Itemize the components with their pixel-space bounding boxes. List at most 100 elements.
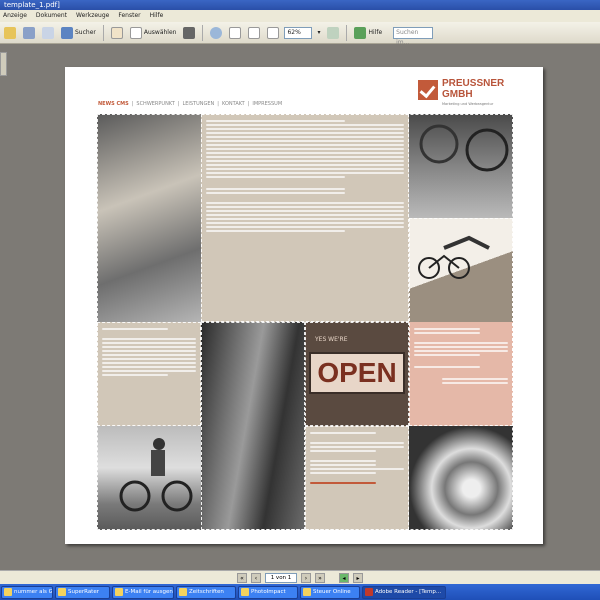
menu-werkzeuge[interactable]: Werkzeuge (76, 10, 109, 22)
taskbar-item-label: Zeitschriften (189, 588, 224, 595)
camera-icon (183, 26, 196, 39)
fit-page-button[interactable] (246, 25, 262, 41)
photo-bike-gears (409, 426, 513, 530)
intro-text-block (201, 114, 409, 322)
nav-item: NEWS CMS (98, 101, 129, 107)
text-line (442, 378, 508, 380)
search-input[interactable]: Suchen im... (393, 26, 434, 46)
contact-text-block (409, 322, 513, 426)
rotate-button[interactable] (325, 25, 341, 41)
text-line (206, 206, 404, 208)
text-line (206, 230, 345, 232)
text-line (206, 148, 404, 150)
window-title: template_1.pdf] (4, 1, 60, 9)
taskbar: nummer als Gu... SuperRater E-Mail für a… (0, 584, 600, 600)
text-line (206, 144, 404, 146)
wheel-illustration (419, 124, 509, 172)
text-line (102, 358, 196, 360)
menu-anzeige[interactable]: Anzeige (3, 10, 27, 22)
fit-width-icon (267, 26, 280, 39)
text-line (206, 128, 404, 130)
photo-open-sign: YES WE'RE OPEN (305, 322, 409, 426)
taskbar-item[interactable]: Adobe Reader - [Temp... (362, 585, 446, 599)
go-back-icon[interactable]: ◂ (339, 572, 349, 583)
photo-mountain-biker (97, 426, 201, 530)
chevron-down-icon: ▾ (317, 29, 321, 36)
taskbar-item[interactable]: PhotoImpact (238, 585, 298, 599)
folder-icon (4, 26, 16, 39)
select-tool-button[interactable]: Auswählen (128, 25, 179, 41)
nav-item: SCHWERPUNKT (136, 101, 175, 107)
brand-name: PREUSSNER GMBH (442, 78, 522, 100)
taskbar-item[interactable]: E-Mail für ausgenommen... (112, 585, 174, 599)
nav-divider: | (247, 101, 250, 107)
text-line (206, 188, 345, 190)
zoom-dropdown[interactable]: ▾ (315, 25, 322, 41)
zoom-field[interactable]: 62% (284, 26, 313, 39)
actual-size-button[interactable] (227, 25, 243, 41)
snapshot-button[interactable] (181, 25, 197, 41)
text-line (310, 442, 404, 444)
open-button[interactable] (2, 25, 18, 41)
hand-tool-button[interactable] (109, 25, 125, 41)
pdf-page: PREUSSNER GMBH Marketing und Werbeagentu… (65, 67, 543, 544)
first-page-button[interactable]: « (237, 572, 247, 583)
nav-divider: | (177, 101, 180, 107)
toolbar: Sucher Auswählen 62% ▾ Hilfe Suchen im..… (0, 22, 600, 46)
brand-name-line1: PREUSSNER (442, 78, 505, 89)
text-line (414, 342, 508, 344)
app-icon (179, 588, 187, 596)
brochure-nav: NEWS CMS | SCHWERPUNKT | LEISTUNGEN | KO… (98, 101, 282, 107)
text-line (414, 366, 480, 368)
next-page-button[interactable]: › (301, 572, 311, 583)
text-line (310, 450, 376, 452)
page-indicator[interactable]: 1 von 1 (265, 572, 297, 583)
text-line (206, 156, 404, 158)
taskbar-item[interactable]: Zeitschriften (176, 585, 236, 599)
brand-name-line2: GMBH (442, 89, 473, 100)
bmx-illustration (418, 235, 490, 279)
status-bar: « ‹ 1 von 1 › » ◂ ▸ (0, 570, 600, 584)
text-line (414, 346, 508, 348)
photo-bmx-jump (409, 218, 513, 322)
biker-illustration (119, 438, 193, 512)
taskbar-item[interactable]: nummer als Gu... (1, 585, 53, 599)
text-line (414, 328, 480, 330)
text-line (102, 354, 196, 356)
taskbar-item-label: Adobe Reader - [Temp... (375, 588, 442, 595)
photo-cyclists (97, 114, 201, 322)
help-button[interactable]: Hilfe (352, 25, 384, 41)
email-button[interactable] (40, 25, 56, 41)
text-line (102, 342, 196, 344)
text-line (206, 168, 404, 170)
search-button-label: Sucher (75, 29, 96, 36)
app-icon (115, 588, 123, 596)
search-button[interactable]: Sucher (59, 25, 98, 41)
menu-fenster[interactable]: Fenster (118, 10, 140, 22)
photo-forest (201, 322, 305, 530)
menu-hilfe[interactable]: Hilfe (150, 10, 164, 22)
text-line (414, 332, 480, 334)
previous-page-button[interactable]: ‹ (251, 572, 261, 583)
text-line (206, 124, 404, 126)
text-line (310, 446, 404, 448)
select-tool-label: Auswählen (143, 29, 177, 36)
taskbar-item[interactable]: Steuer Online (300, 585, 360, 599)
text-line (310, 468, 404, 470)
last-page-button[interactable]: » (315, 572, 325, 583)
menu-dokument[interactable]: Dokument (36, 10, 67, 22)
toolbar-divider (202, 24, 204, 41)
print-button[interactable] (21, 25, 37, 41)
zoom-in-button[interactable] (208, 25, 224, 41)
navigation-pane-tab[interactable] (0, 52, 7, 76)
nav-divider: | (131, 101, 134, 107)
taskbar-item[interactable]: SuperRater (55, 585, 110, 599)
mail-icon (42, 26, 54, 39)
brand-logo: PREUSSNER GMBH Marketing und Werbeagentu… (418, 78, 518, 110)
app-icon (303, 588, 311, 596)
text-line (206, 222, 404, 224)
fit-width-button[interactable] (265, 25, 281, 41)
go-forward-icon[interactable]: ▸ (353, 572, 363, 583)
photo-bicycle-wheel (409, 114, 513, 218)
text-line (206, 226, 404, 228)
